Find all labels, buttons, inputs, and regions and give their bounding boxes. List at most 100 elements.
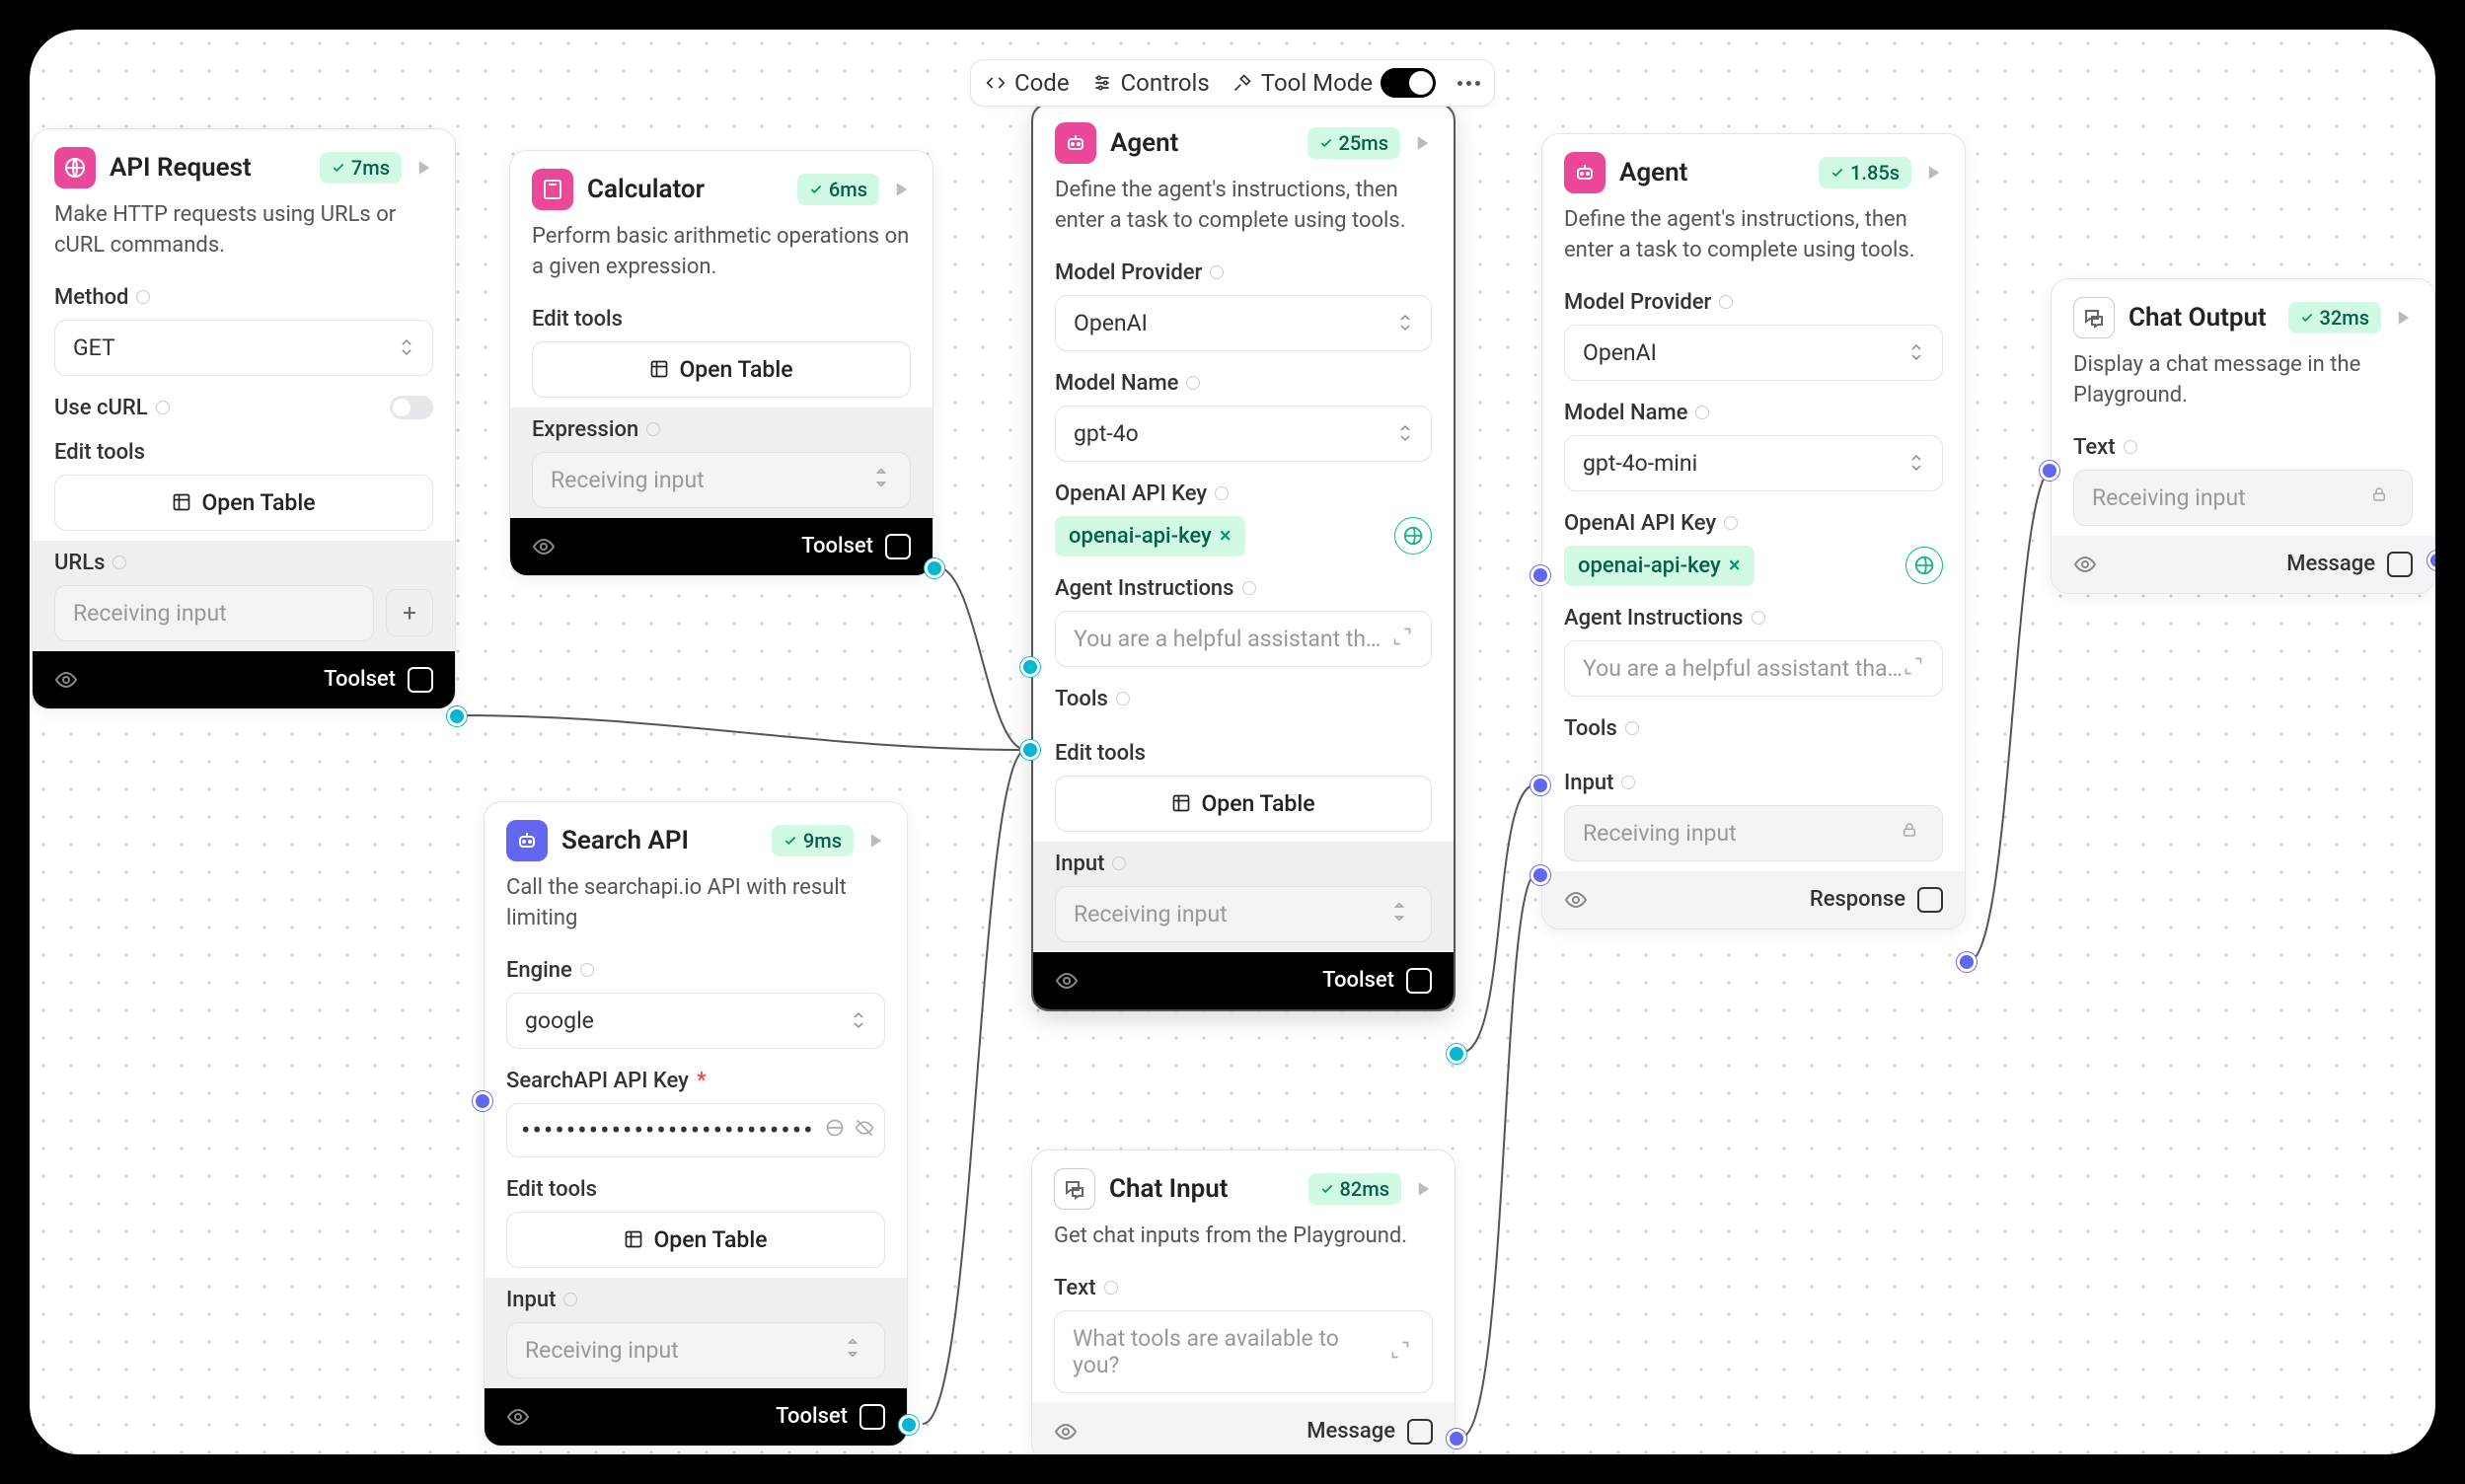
toolbar-tool-mode[interactable]: Tool Mode [1232, 68, 1436, 98]
visibility-icon[interactable] [1055, 969, 1079, 993]
node-chat-input[interactable]: Chat Input 82ms Get chat inputs from the… [1031, 1150, 1456, 1454]
remove-tag-icon[interactable]: × [1220, 524, 1232, 549]
scan-icon[interactable] [859, 1404, 885, 1430]
controls-icon [1091, 72, 1113, 94]
input-label: Input [506, 1288, 885, 1312]
output-port[interactable] [1447, 1044, 1466, 1064]
tool-mode-toggle[interactable] [1381, 68, 1436, 98]
node-search-api[interactable]: Search API 9ms Call the searchapi.io API… [484, 801, 908, 1447]
output-port[interactable] [447, 706, 467, 726]
scan-icon[interactable] [885, 534, 911, 559]
model-name-select[interactable]: gpt-4o [1055, 406, 1432, 462]
add-url-button[interactable]: + [386, 589, 433, 636]
visibility-icon[interactable] [2073, 553, 2097, 576]
urls-input[interactable]: Receiving input [54, 585, 374, 641]
visibility-icon[interactable] [532, 535, 556, 558]
open-table-button[interactable]: Open Table [506, 1212, 885, 1268]
visibility-icon[interactable] [1054, 1420, 1078, 1444]
node-description: Perform basic arithmetic operations on a… [510, 222, 933, 297]
node-title: Agent [1619, 158, 1805, 187]
run-button[interactable] [2395, 309, 2413, 327]
api-key-input[interactable]: •••••••••••••••••••••••••• [506, 1103, 885, 1157]
visibility-icon[interactable] [506, 1405, 530, 1429]
engine-label: Engine [506, 958, 885, 983]
run-button[interactable] [1925, 164, 1943, 182]
input-field[interactable]: Receiving input [1055, 886, 1432, 942]
node-api-request[interactable]: API Request 7ms Make HTTP requests using… [32, 128, 456, 709]
text-input[interactable]: What tools are available to you? [1054, 1310, 1433, 1393]
scan-icon[interactable] [2387, 552, 2413, 577]
visibility-icon[interactable] [54, 668, 78, 692]
scan-icon[interactable] [1407, 1419, 1433, 1445]
open-table-button[interactable]: Open Table [1055, 776, 1432, 832]
toolbar-controls[interactable]: Controls [1091, 69, 1210, 97]
expand-icon[interactable] [1904, 656, 1924, 680]
eye-off-icon[interactable] [855, 1118, 874, 1142]
node-agent-2[interactable]: Agent 1.85s Define the agent's instructi… [1541, 133, 1966, 929]
node-description: Define the agent's instructions, then en… [1542, 205, 1965, 280]
engine-select[interactable]: google [506, 993, 885, 1049]
expand-icon[interactable] [1392, 627, 1413, 650]
node-description: Get chat inputs from the Playground. [1032, 1222, 1455, 1266]
run-button[interactable] [415, 159, 433, 177]
method-label: Method [54, 285, 433, 310]
model-provider-select[interactable]: OpenAI [1055, 295, 1432, 351]
run-button[interactable] [1414, 134, 1432, 152]
expand-icon[interactable] [1390, 1340, 1414, 1364]
run-button[interactable] [867, 832, 885, 850]
node-agent-1[interactable]: Agent 25ms Define the agent's instructio… [1031, 103, 1456, 1011]
expand-icon[interactable] [871, 468, 895, 491]
toolbar-more-button[interactable] [1457, 81, 1480, 86]
node-chat-output[interactable]: Chat Output 32ms Display a chat message … [2051, 278, 2435, 594]
scan-icon[interactable] [1406, 968, 1432, 994]
open-table-button[interactable]: Open Table [54, 475, 433, 531]
output-port[interactable] [1957, 952, 1977, 972]
node-footer: Message [1032, 1403, 1455, 1454]
remove-tag-icon[interactable]: × [1729, 554, 1741, 578]
input-port[interactable] [473, 1091, 492, 1111]
globe-icon[interactable] [825, 1118, 845, 1142]
node-footer: Toolset [1033, 952, 1454, 1009]
input-port[interactable] [2040, 461, 2059, 481]
expression-input[interactable]: Receiving input [532, 452, 911, 508]
input-port-tools[interactable] [1020, 740, 1040, 760]
instructions-input[interactable]: You are a helpful assistant that can... [1055, 611, 1432, 667]
model-name-select[interactable]: gpt-4o-mini [1564, 435, 1943, 491]
input-port-tools[interactable] [1531, 776, 1550, 795]
expression-label: Expression [532, 417, 911, 442]
input-field[interactable]: Receiving input [1564, 805, 1943, 861]
globe-button[interactable] [1905, 547, 1943, 584]
scan-icon[interactable] [1917, 887, 1943, 913]
input-port[interactable] [1531, 565, 1550, 585]
node-footer: Toolset [510, 518, 933, 575]
globe-button[interactable] [1394, 517, 1432, 555]
run-button[interactable] [1415, 1180, 1433, 1198]
input-port-input[interactable] [1531, 865, 1550, 885]
api-key-tag[interactable]: openai-api-key× [1055, 516, 1245, 556]
visibility-icon[interactable] [1564, 888, 1588, 912]
run-button[interactable] [893, 181, 911, 198]
use-curl-label: Use cURL [54, 396, 170, 420]
output-port[interactable] [925, 558, 944, 578]
node-calculator[interactable]: Calculator 6ms Perform basic arithmetic … [509, 150, 934, 576]
instructions-input[interactable]: You are a helpful assistant that can... [1564, 640, 1943, 697]
text-input[interactable]: Receiving input [2073, 470, 2413, 526]
output-port[interactable] [1447, 1429, 1466, 1448]
scan-icon[interactable] [408, 667, 433, 693]
use-curl-toggle[interactable] [390, 396, 433, 419]
output-label: Toolset [801, 534, 873, 558]
open-table-button[interactable]: Open Table [532, 341, 911, 398]
method-select[interactable]: GET [54, 320, 433, 376]
code-label: Code [1014, 69, 1070, 97]
model-provider-select[interactable]: OpenAI [1564, 325, 1943, 381]
chevron-updown-icon [1910, 343, 1924, 361]
api-key-label: OpenAI API Key [1055, 482, 1432, 506]
api-key-tag[interactable]: openai-api-key× [1564, 546, 1755, 586]
status-badge: 6ms [797, 174, 879, 205]
status-badge: 25ms [1307, 127, 1400, 159]
output-port[interactable] [899, 1415, 919, 1435]
input-port[interactable] [1020, 657, 1040, 677]
input-field[interactable]: Receiving input [506, 1322, 885, 1378]
toolbar-code[interactable]: Code [985, 69, 1070, 97]
bot-icon [1055, 122, 1096, 164]
